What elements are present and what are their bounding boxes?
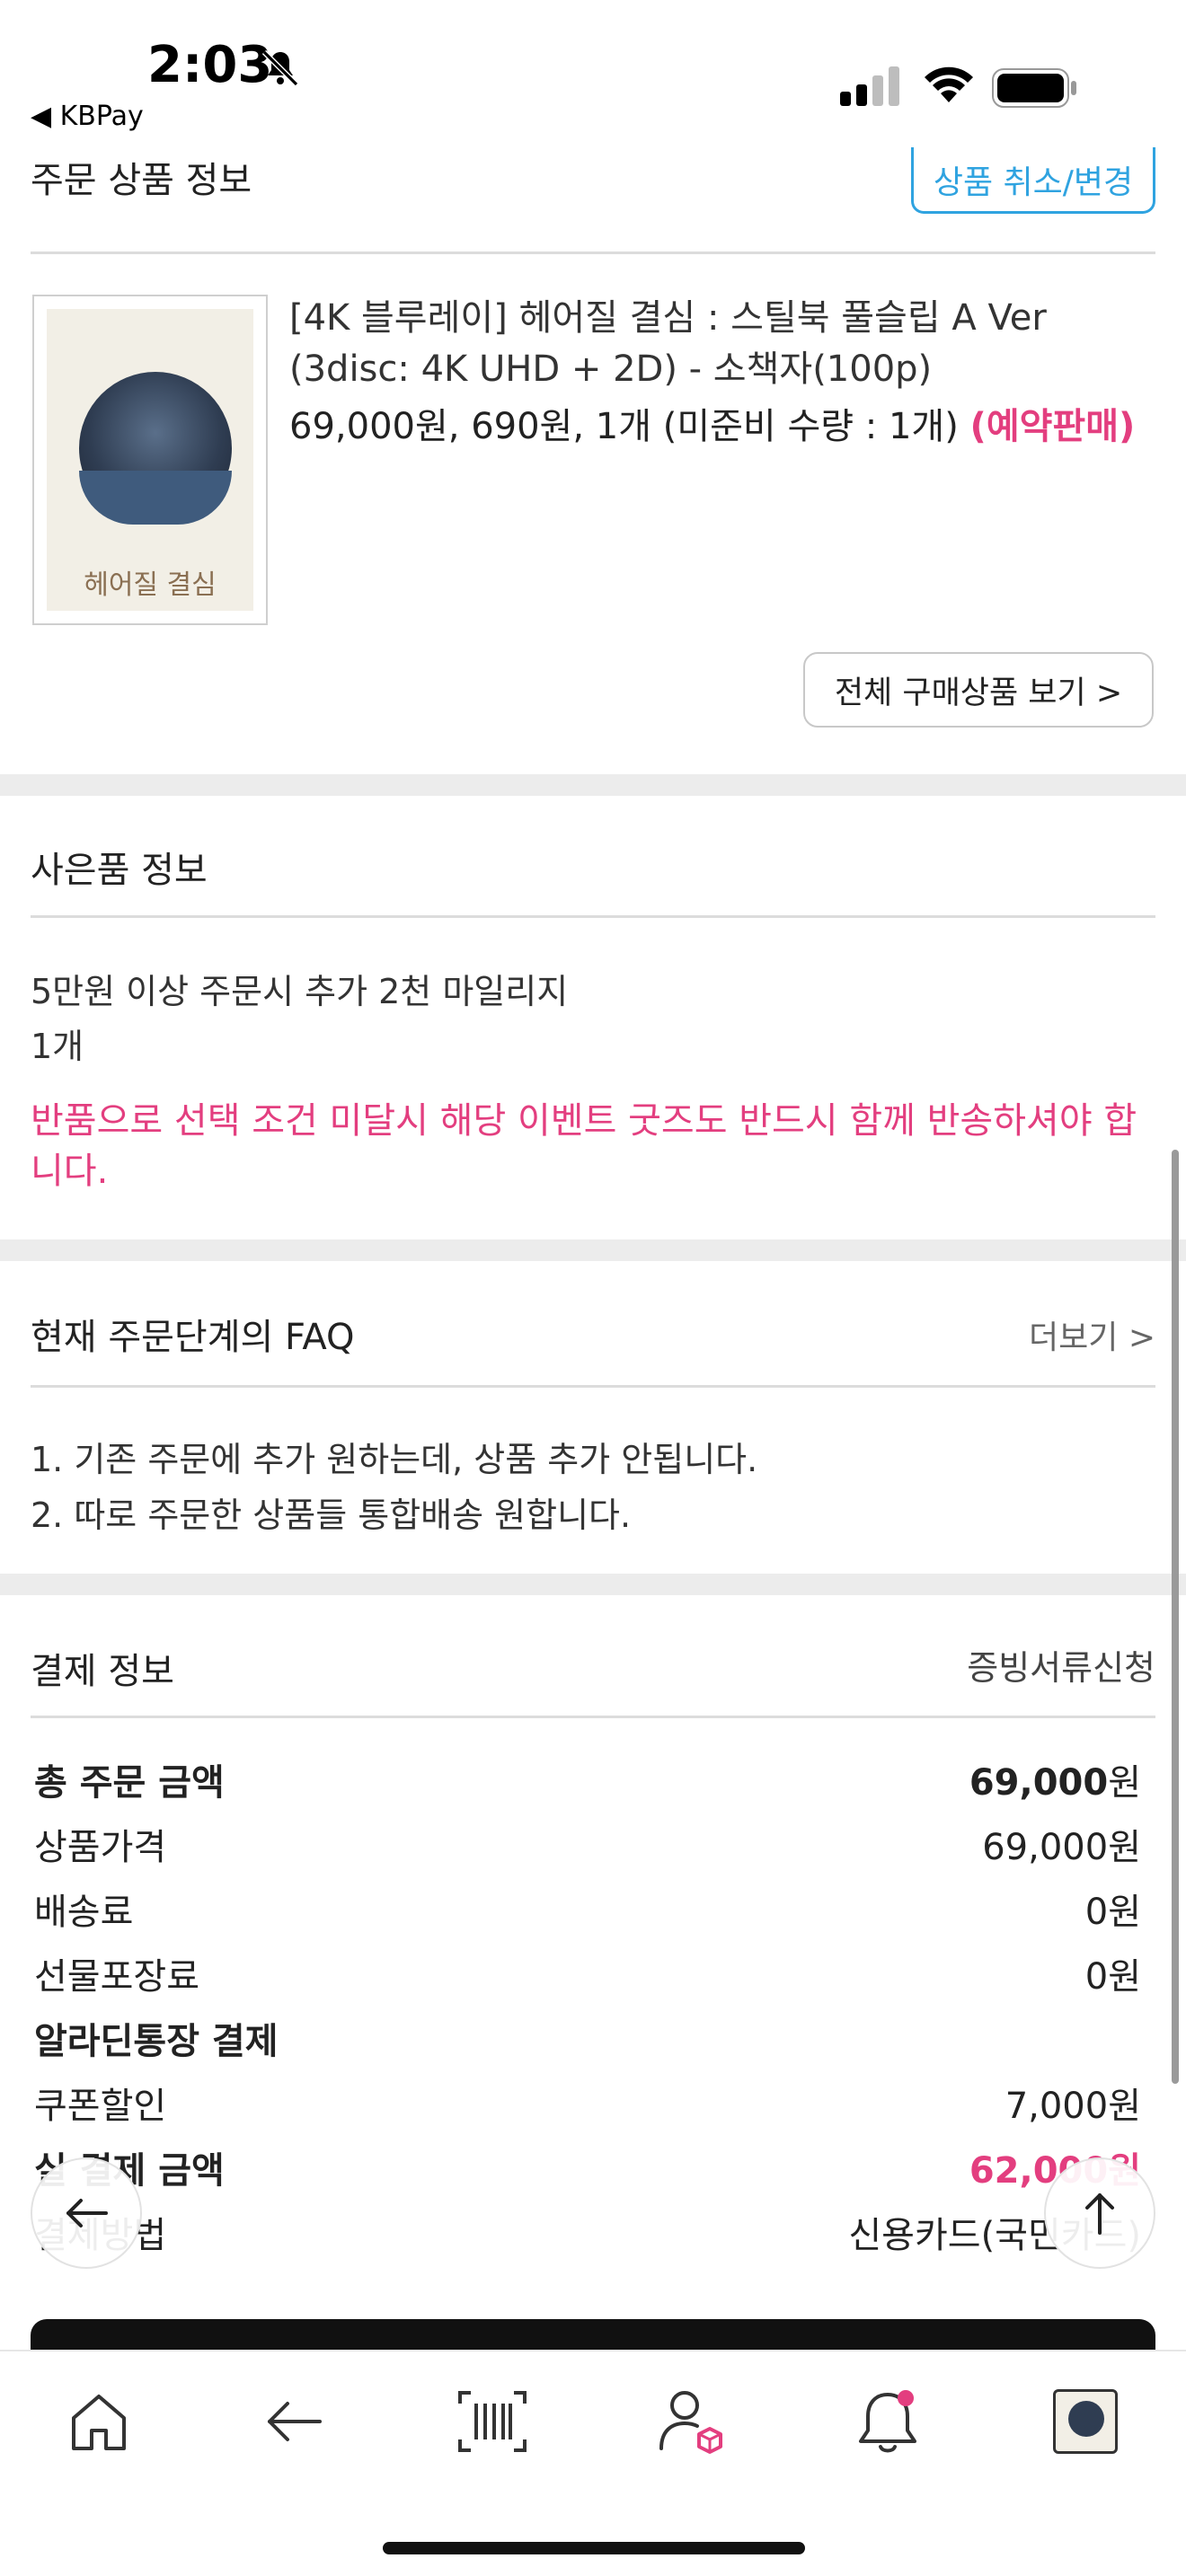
divider bbox=[31, 915, 1155, 918]
status-bar: 2:03 ◀ KBPay bbox=[0, 0, 1186, 135]
cover-art-wave bbox=[79, 471, 232, 525]
bell-muted-icon bbox=[261, 49, 299, 87]
pay-label: 배송료 bbox=[34, 1892, 134, 1933]
back-arrow-icon bbox=[268, 2402, 322, 2441]
faq-item-2[interactable]: 2. 따로 주문한 상품들 통합배송 원합니다. bbox=[31, 1487, 631, 1537]
pay-label: 선물포장료 bbox=[34, 1956, 199, 1998]
faq-more-link[interactable]: 더보기 > bbox=[1029, 1311, 1155, 1358]
cover-title: 헤어질 결심 bbox=[84, 569, 217, 601]
recent-product-thumbnail bbox=[1053, 2389, 1118, 2454]
tab-home[interactable] bbox=[61, 2384, 137, 2459]
section-separator bbox=[0, 774, 1186, 796]
product-name-link[interactable]: [4K 블루레이] 헤어질 결심 : 스틸북 풀슬립 A Ver (3disc:… bbox=[289, 293, 1152, 395]
pay-value: 0원 bbox=[1084, 1892, 1141, 1933]
tab-notifications[interactable] bbox=[850, 2384, 925, 2459]
barcode-icon bbox=[458, 2391, 527, 2452]
divider bbox=[31, 251, 1155, 254]
arrow-up-icon bbox=[1085, 2193, 1114, 2235]
cellular-signal-icon bbox=[840, 66, 899, 106]
back-to-app-link[interactable]: ◀ KBPay bbox=[31, 101, 144, 132]
gift-item: 5만원 이상 주문시 추가 2천 마일리지 bbox=[31, 972, 569, 1011]
tab-my-account[interactable] bbox=[652, 2384, 728, 2459]
pay-label: 상품가격 bbox=[34, 1827, 167, 1868]
home-indicator[interactable] bbox=[383, 2542, 805, 2554]
pay-label: 총 주문 금액 bbox=[34, 1762, 225, 1804]
receipt-request-link[interactable]: 증빙서류신청 bbox=[967, 1640, 1155, 1689]
aladin-account-payment-row: 알라딘통장 결제 bbox=[34, 2012, 1141, 2066]
product-price-row: 상품가격 69,000원 bbox=[34, 1818, 1141, 1872]
product-price-detail: 69,000원, 690원, 1개 (미준비 수량 : 1개) bbox=[289, 406, 959, 447]
total-order-amount-row: 총 주문 금액 69,000원 bbox=[34, 1753, 1141, 1807]
tab-recent-product[interactable] bbox=[1048, 2384, 1123, 2459]
coupon-discount-row: 쿠폰할인 7,000원 bbox=[34, 2077, 1141, 2130]
scrollbar[interactable] bbox=[1172, 1150, 1179, 2084]
final-payment-amount-row: 실 결제 금액 62,000원 bbox=[34, 2141, 1141, 2195]
wifi-icon bbox=[925, 66, 973, 102]
pay-value: 69,000원 bbox=[969, 1753, 1141, 1805]
tab-barcode-scan[interactable] bbox=[455, 2384, 530, 2459]
divider bbox=[31, 1385, 1155, 1388]
gift-return-notice: 반품으로 선택 조건 미달시 해당 이벤트 굿즈도 반드시 함께 반송하셔야 합… bbox=[31, 1100, 1137, 1192]
status-time: 2:03 bbox=[147, 36, 273, 94]
view-all-products-button[interactable]: 전체 구매상품 보기 > bbox=[803, 652, 1154, 728]
faq-section-title: 현재 주문단계의 FAQ bbox=[31, 1317, 355, 1358]
pay-value-unit: 원 bbox=[1108, 1762, 1141, 1804]
scroll-to-top-button[interactable] bbox=[1044, 2157, 1155, 2269]
gift-section-title: 사은품 정보 bbox=[31, 850, 208, 891]
payment-method-row: 결제방법 신용카드(국민카드) bbox=[34, 2206, 1141, 2260]
preorder-tag: (예약판매) bbox=[969, 406, 1136, 447]
gift-quantity: 1개 bbox=[31, 1027, 84, 1066]
pay-value: 0원 bbox=[1084, 1956, 1141, 1998]
payment-section-title: 결제 정보 bbox=[31, 1651, 174, 1692]
product-cover-image: 헤어질 결심 bbox=[47, 309, 253, 611]
thumbnail-art bbox=[1068, 2401, 1104, 2437]
my-account-icon bbox=[659, 2391, 722, 2454]
pay-label: 쿠폰할인 bbox=[34, 2086, 167, 2127]
tab-back[interactable] bbox=[257, 2384, 332, 2459]
pay-label: 알라딘통장 결제 bbox=[34, 2021, 279, 2062]
notification-bell-icon bbox=[859, 2390, 916, 2453]
battery-icon bbox=[992, 68, 1076, 108]
gift-wrap-fee-row: 선물포장료 0원 bbox=[34, 1947, 1141, 2001]
product-thumbnail[interactable]: 헤어질 결심 bbox=[32, 295, 268, 625]
section-separator bbox=[0, 1574, 1186, 1595]
cancel-change-button[interactable]: 상품 취소/변경 bbox=[911, 147, 1155, 214]
divider bbox=[31, 1716, 1155, 1718]
section-separator bbox=[0, 1239, 1186, 1261]
product-price-line: 69,000원, 690원, 1개 (미준비 수량 : 1개) (예약판매) bbox=[289, 397, 1135, 449]
pay-value: 69,000원 bbox=[982, 1827, 1141, 1868]
arrow-left-icon bbox=[66, 2199, 108, 2228]
pay-value-number: 69,000 bbox=[969, 1762, 1109, 1804]
order-section-title: 주문 상품 정보 bbox=[31, 160, 252, 201]
bottom-tab-bar bbox=[0, 2350, 1186, 2576]
shipping-fee-row: 배송료 0원 bbox=[34, 1883, 1141, 1936]
faq-item-1[interactable]: 1. 기존 주문에 추가 원하는데, 상품 추가 안됩니다. bbox=[31, 1432, 757, 1481]
floating-back-button[interactable] bbox=[31, 2157, 142, 2269]
pay-value: 7,000원 bbox=[1005, 2086, 1141, 2127]
home-icon bbox=[72, 2395, 126, 2450]
